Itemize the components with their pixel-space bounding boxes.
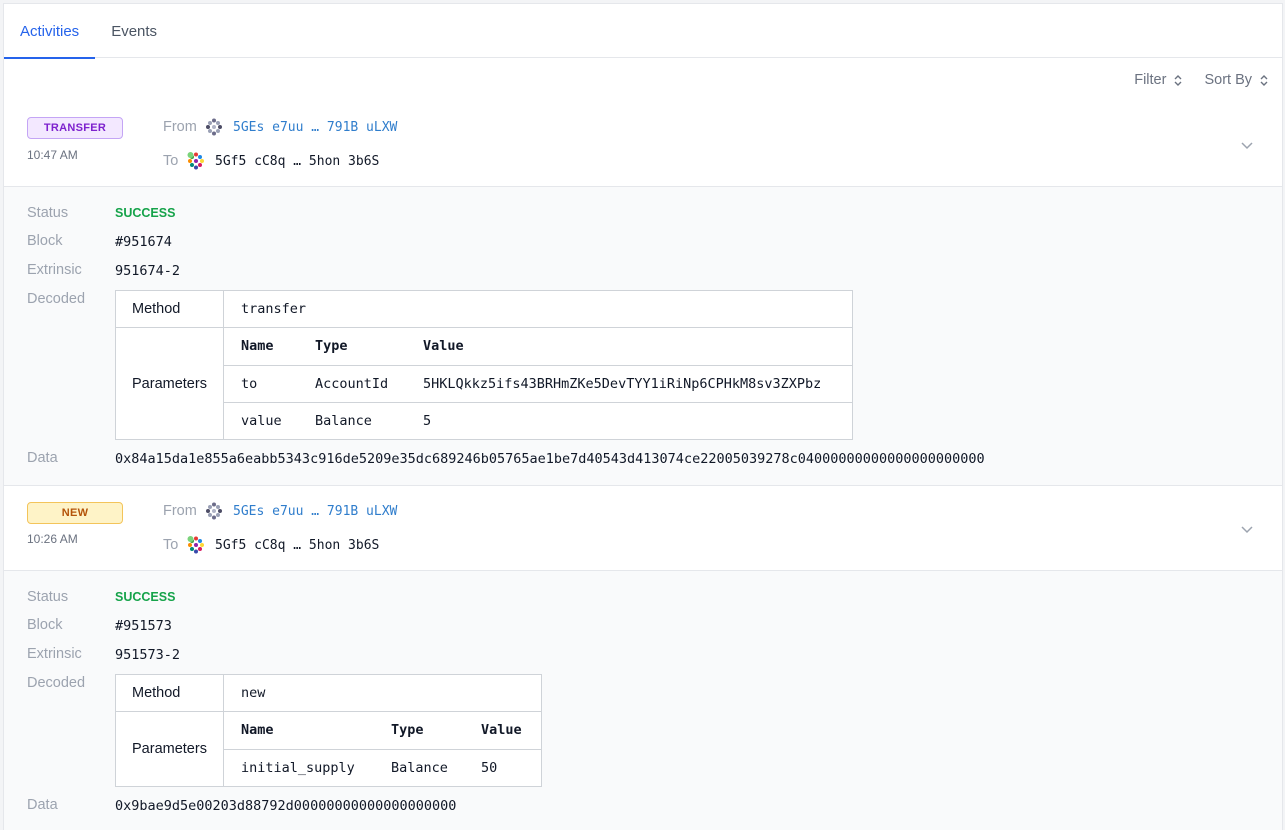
col-type-header: Type	[298, 328, 406, 366]
to-label: To	[163, 153, 179, 169]
param-name: value	[241, 412, 282, 429]
filter-button[interactable]: Filter	[1134, 72, 1182, 88]
parameters-table: Name Type Value to AccountId 5HKLQkkz5if…	[224, 328, 852, 439]
from-row: From 5GEs e7uu … 791B uLXW	[163, 502, 397, 520]
identicon-avatar	[206, 502, 222, 520]
method-label: Method	[115, 674, 224, 712]
col-name-header: Name	[224, 712, 374, 750]
table-row: initial_supply Balance 50	[224, 749, 541, 786]
extrinsic-label: Extrinsic	[27, 646, 82, 662]
parameters-label: Parameters	[115, 327, 224, 440]
to-row: To 5Gf5 cC8q … 5hon 3b6S	[163, 536, 379, 554]
to-address: 5Gf5 cC8q … 5hon 3b6S	[215, 153, 380, 169]
col-value-header: Value	[406, 328, 852, 366]
status-label: Status	[27, 589, 69, 605]
tab-events[interactable]: Events	[95, 4, 173, 58]
from-label: From	[163, 503, 197, 519]
data-label: Data	[27, 797, 58, 813]
activity-type-badge: TRANSFER	[27, 117, 123, 139]
extrinsic-value: 951674-2	[115, 263, 181, 279]
col-type-header: Type	[374, 712, 464, 750]
param-value: 50	[481, 759, 498, 776]
block-value: #951674	[115, 234, 172, 250]
extrinsic-value: 951573-2	[115, 647, 181, 663]
parameters-label: Parameters	[115, 711, 224, 787]
data-value: 0x84a15da1e855a6eabb5343c916de5209e35dc6…	[115, 451, 985, 467]
activity-type-badge: NEW	[27, 502, 123, 524]
method-value: new	[223, 674, 542, 712]
activity-row[interactable]: TRANSFER 10:47 AM From 5GEs e7uu … 791B …	[4, 102, 1282, 187]
chevron-down-icon[interactable]	[1240, 138, 1254, 152]
filter-label: Filter	[1134, 72, 1167, 88]
sort-by-label: Sort By	[1204, 72, 1252, 88]
from-label: From	[163, 119, 197, 135]
sort-arrows-icon	[1174, 74, 1182, 87]
activity-time: 10:47 AM	[27, 148, 78, 162]
block-label: Block	[27, 617, 63, 633]
method-value: transfer	[223, 290, 853, 328]
decoded-label: Decoded	[27, 675, 86, 691]
toolbar: Filter Sort By	[4, 58, 1282, 102]
param-type: Balance	[315, 412, 372, 429]
param-value: 5	[423, 412, 432, 429]
chevron-down-icon[interactable]	[1240, 522, 1254, 536]
activity-panel: Activities Events Filter Sort By TRANSFE…	[3, 3, 1283, 830]
from-address-link[interactable]: 5GEs e7uu … 791B uLXW	[233, 120, 397, 135]
contract-identicon-avatar	[187, 536, 204, 554]
from-row: From 5GEs e7uu … 791B uLXW	[163, 118, 397, 136]
contract-identicon-avatar	[187, 152, 204, 170]
to-address: 5Gf5 cC8q … 5hon 3b6S	[215, 537, 380, 553]
param-type: AccountId	[298, 365, 406, 403]
decoded-table: Method transfer Parameters Name Type Val…	[115, 290, 853, 440]
tab-activities[interactable]: Activities	[4, 4, 96, 59]
to-label: To	[163, 537, 179, 553]
param-value: 5HKLQkkz5ifs43BRHmZKe5DevTYY1iRiNp6CPHkM…	[406, 365, 852, 403]
table-row: to AccountId 5HKLQkkz5ifs43BRHmZKe5DevTY…	[224, 365, 852, 403]
table-row: value Balance 5	[224, 402, 852, 439]
block-label: Block	[27, 233, 63, 249]
param-name: initial_supply	[241, 759, 355, 776]
col-value-header: Value	[464, 712, 541, 750]
sort-arrows-icon	[1260, 74, 1268, 87]
tab-bar: Activities Events	[4, 4, 1282, 59]
parameters-table: Name Type Value initial_supply Balance 5…	[224, 712, 541, 786]
identicon-avatar	[206, 118, 222, 136]
extrinsic-label: Extrinsic	[27, 262, 82, 278]
activity-row[interactable]: NEW 10:26 AM From 5GEs e7uu … 791B uLXW …	[4, 486, 1282, 571]
param-name: to	[224, 365, 298, 403]
col-name-header: Name	[224, 328, 298, 366]
sort-by-button[interactable]: Sort By	[1204, 72, 1268, 88]
activity-time: 10:26 AM	[27, 532, 78, 546]
data-value: 0x9bae9d5e00203d88792d000000000000000000…	[115, 798, 457, 814]
activity-details: Status SUCCESS Block #951674 Extrinsic 9…	[4, 187, 1282, 486]
from-address-link[interactable]: 5GEs e7uu … 791B uLXW	[233, 504, 397, 519]
method-label: Method	[115, 290, 224, 328]
status-value: SUCCESS	[115, 206, 176, 220]
status-value: SUCCESS	[115, 590, 176, 604]
status-label: Status	[27, 205, 69, 221]
block-value: #951573	[115, 618, 172, 634]
decoded-table: Method new Parameters Name Type Value in…	[115, 674, 542, 787]
decoded-label: Decoded	[27, 291, 86, 307]
data-label: Data	[27, 450, 58, 466]
activity-details: Status SUCCESS Block #951573 Extrinsic 9…	[4, 571, 1282, 830]
param-type: Balance	[391, 759, 448, 776]
to-row: To 5Gf5 cC8q … 5hon 3b6S	[163, 152, 379, 170]
